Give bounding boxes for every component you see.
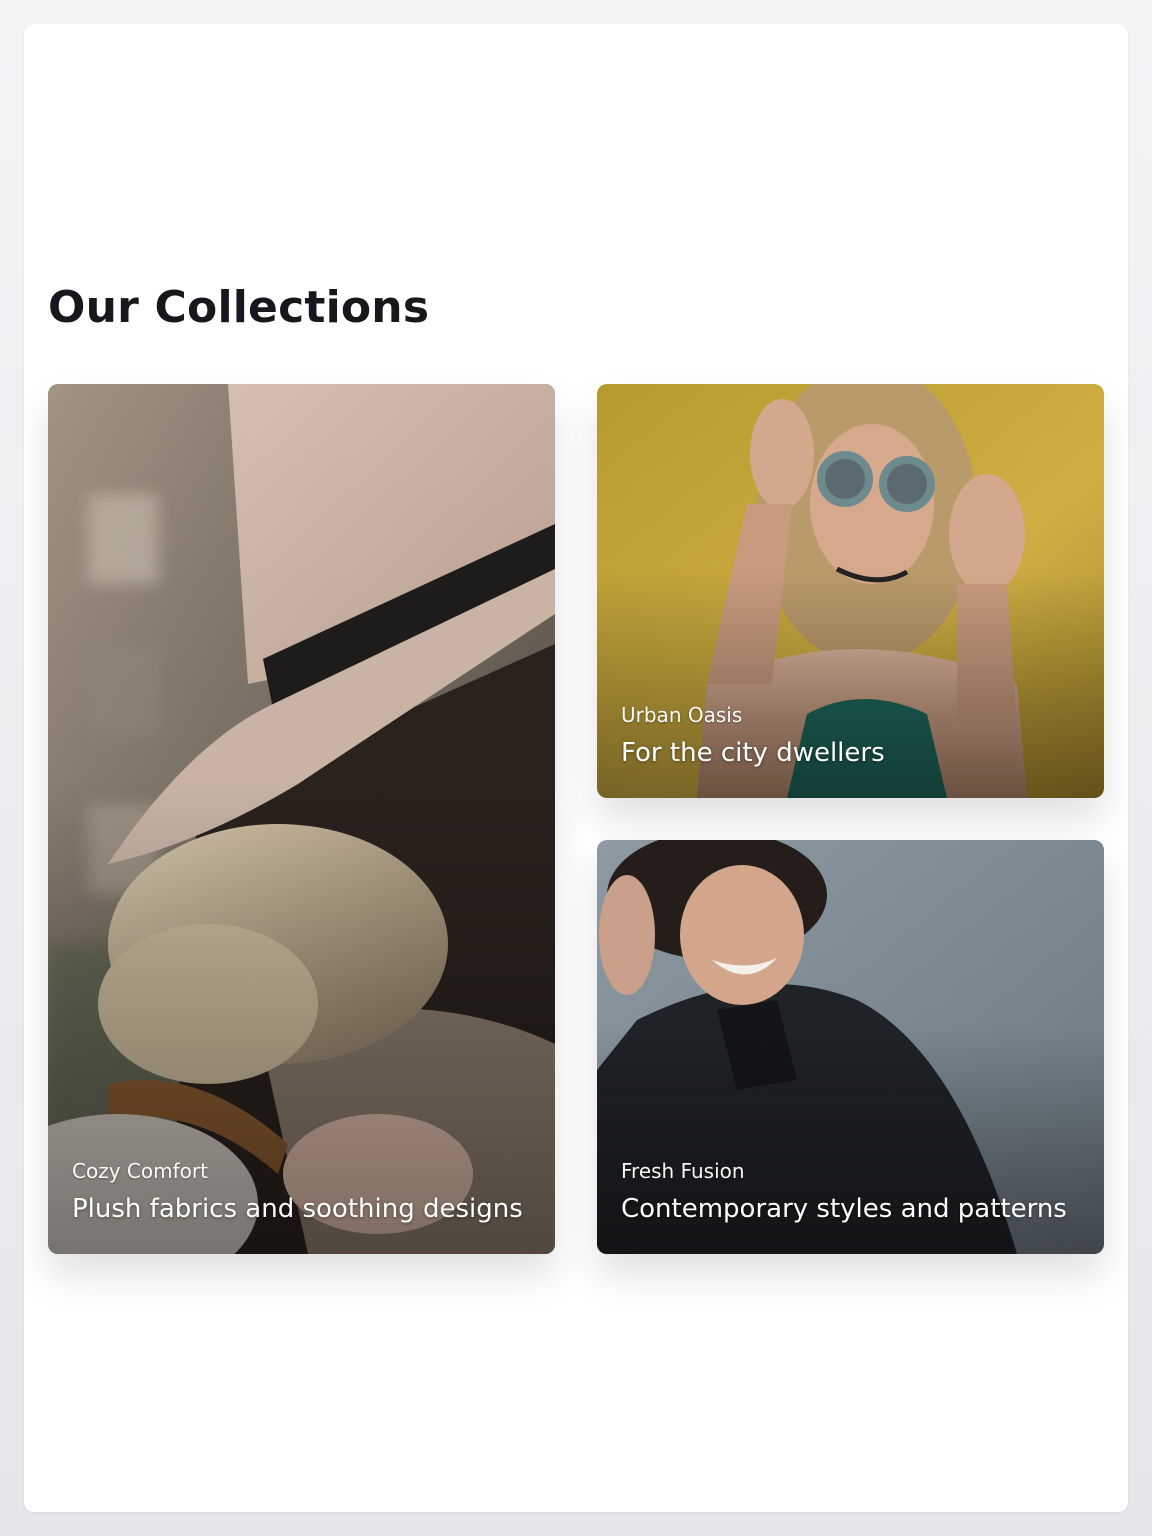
collection-tagline: For the city dwellers xyxy=(621,738,885,768)
collection-caption: Urban Oasis For the city dwellers xyxy=(621,702,1084,770)
collection-caption: Cozy Comfort Plush fabrics and soothing … xyxy=(72,1158,535,1226)
collection-name: Urban Oasis xyxy=(621,703,743,727)
collection-card-cozy-comfort[interactable]: Cozy Comfort Plush fabrics and soothing … xyxy=(48,384,555,1254)
collection-caption: Fresh Fusion Contemporary styles and pat… xyxy=(621,1158,1084,1226)
section-title: Our Collections xyxy=(48,282,430,333)
collection-tagline: Plush fabrics and soothing designs xyxy=(72,1194,523,1224)
caption-gradient xyxy=(48,384,555,1254)
page-card: Our Collections Cozy Comfort Plush fabri… xyxy=(24,24,1128,1512)
collection-tagline: Contemporary styles and patterns xyxy=(621,1194,1067,1224)
collection-name: Cozy Comfort xyxy=(72,1159,208,1183)
collection-card-fresh-fusion[interactable]: Fresh Fusion Contemporary styles and pat… xyxy=(597,840,1104,1254)
collection-card-urban-oasis[interactable]: Urban Oasis For the city dwellers xyxy=(597,384,1104,798)
collection-name: Fresh Fusion xyxy=(621,1159,745,1183)
